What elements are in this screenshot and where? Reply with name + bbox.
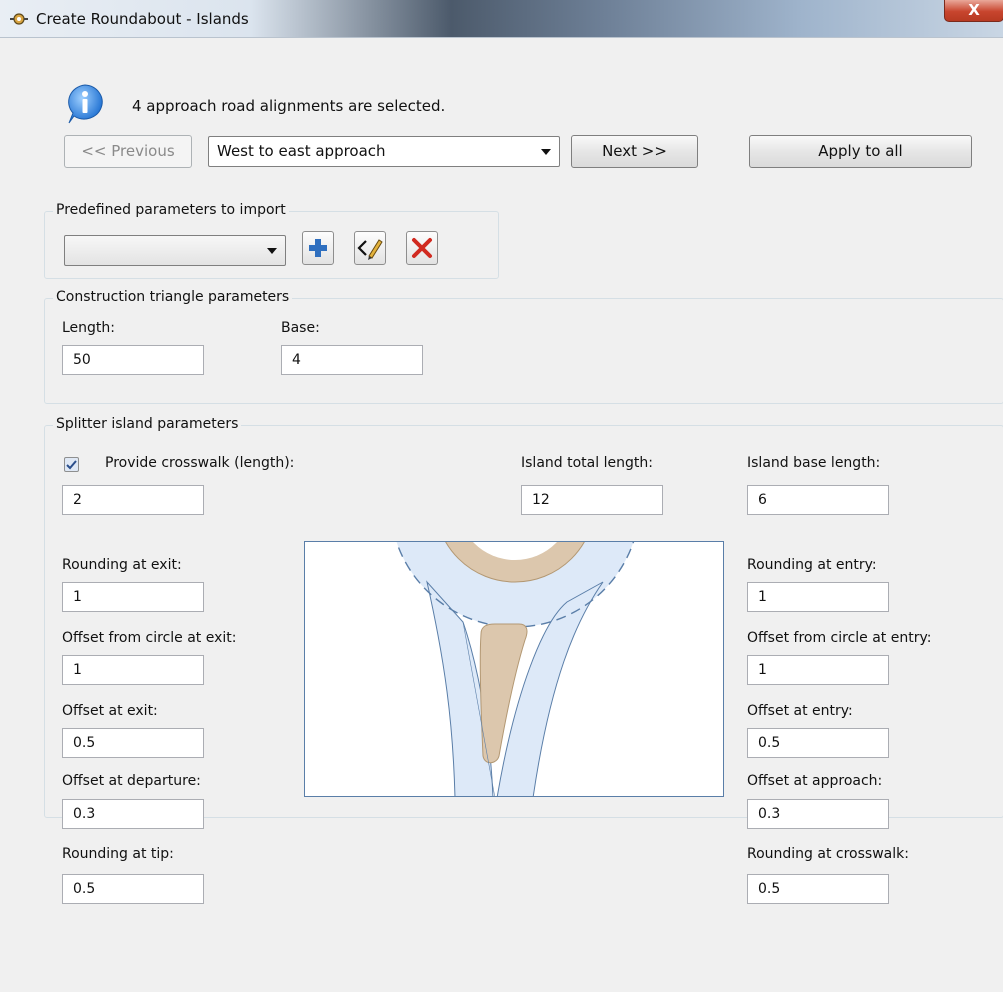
crosswalk-field[interactable]: 2: [62, 485, 204, 515]
splitter-island-label: Splitter island parameters: [53, 416, 242, 432]
chevron-down-icon: [267, 248, 277, 254]
apply-to-all-button[interactable]: Apply to all: [749, 135, 972, 168]
rounding-at-tip-field[interactable]: 0.5: [62, 874, 204, 904]
offset-from-circle-at-exit-label: Offset from circle at exit:: [62, 630, 237, 646]
offset-at-exit-label: Offset at exit:: [62, 703, 158, 719]
edit-icon: [357, 239, 383, 260]
offset-at-entry-label: Offset at entry:: [747, 703, 853, 719]
chevron-down-icon: [541, 149, 551, 155]
rounding-at-crosswalk-label: Rounding at crosswalk:: [747, 846, 909, 862]
offset-at-exit-field[interactable]: 0.5: [62, 728, 204, 758]
roundabout-icon: [10, 13, 28, 25]
base-field[interactable]: 4: [281, 345, 423, 375]
close-icon: X: [968, 1, 980, 19]
offset-at-approach-field[interactable]: 0.3: [747, 799, 889, 829]
length-label: Length:: [62, 320, 116, 336]
island-base-length-field[interactable]: 6: [747, 485, 889, 515]
predefined-parameters-label: Predefined parameters to import: [53, 202, 289, 218]
offset-at-approach-label: Offset at approach:: [747, 773, 883, 789]
island-total-length-label: Island total length:: [521, 455, 653, 471]
rounding-at-entry-label: Rounding at entry:: [747, 557, 877, 573]
approach-select[interactable]: West to east approach: [208, 136, 560, 167]
rounding-at-entry-field[interactable]: 1: [747, 582, 889, 612]
info-icon: [68, 84, 103, 124]
offset-at-departure-label: Offset at departure:: [62, 773, 201, 789]
selection-message: 4 approach road alignments are selected.: [132, 97, 446, 115]
next-button[interactable]: Next >>: [571, 135, 698, 168]
add-icon: [309, 239, 327, 257]
offset-at-departure-field[interactable]: 0.3: [62, 799, 204, 829]
splitter-island-diagram: [304, 541, 724, 797]
offset-from-circle-at-entry-label: Offset from circle at entry:: [747, 630, 932, 646]
rounding-at-exit-label: Rounding at exit:: [62, 557, 182, 573]
previous-button[interactable]: << Previous: [64, 135, 192, 168]
length-field[interactable]: 50: [62, 345, 204, 375]
rounding-at-tip-label: Rounding at tip:: [62, 846, 174, 862]
checkmark-icon: [66, 460, 77, 470]
close-button[interactable]: X: [944, 0, 1003, 22]
island-base-length-label: Island base length:: [747, 455, 881, 471]
crosswalk-label: Provide crosswalk (length):: [105, 455, 295, 471]
island-total-length-field[interactable]: 12: [521, 485, 663, 515]
approach-select-value: West to east approach: [217, 142, 386, 160]
base-label: Base:: [281, 320, 320, 336]
crosswalk-checkbox[interactable]: [64, 457, 79, 472]
window-title: Create Roundabout - Islands: [36, 10, 249, 28]
edit-parameters-button[interactable]: [354, 231, 386, 265]
offset-at-entry-field[interactable]: 0.5: [747, 728, 889, 758]
rounding-at-exit-field[interactable]: 1: [62, 582, 204, 612]
delete-parameters-button[interactable]: [406, 231, 438, 265]
offset-from-circle-at-entry-field[interactable]: 1: [747, 655, 889, 685]
roundabout-diagram-icon: [395, 542, 635, 796]
predefined-select[interactable]: [64, 235, 286, 266]
construction-triangle-label: Construction triangle parameters: [53, 289, 293, 305]
add-parameters-button[interactable]: [302, 231, 334, 265]
offset-from-circle-at-exit-field[interactable]: 1: [62, 655, 204, 685]
title-bar: Create Roundabout - Islands X: [0, 0, 1003, 38]
delete-icon: [412, 238, 432, 258]
rounding-at-crosswalk-field[interactable]: 0.5: [747, 874, 889, 904]
